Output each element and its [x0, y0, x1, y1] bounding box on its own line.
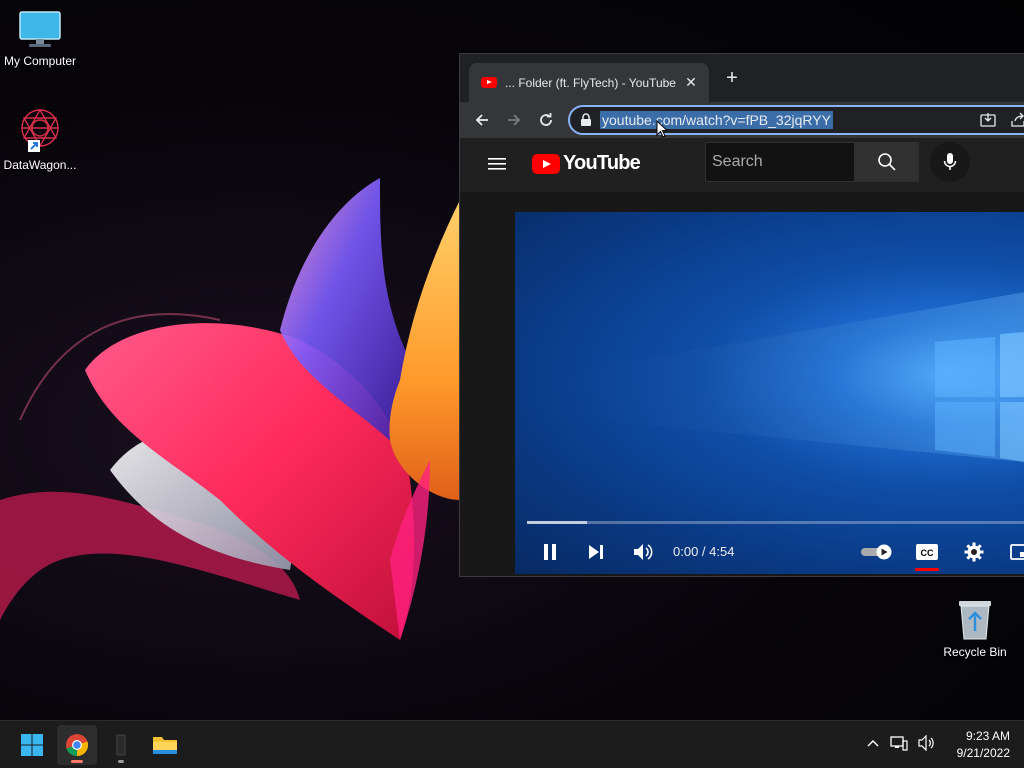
arrow-left-icon [475, 114, 488, 126]
taskbar-file-explorer[interactable] [145, 725, 185, 765]
subtitles-active-indicator [915, 568, 939, 571]
monitor-icon [19, 11, 61, 47]
autoplay-toggle-icon [861, 544, 892, 560]
youtube-page: YouTube Search 0:00 / 4:54 CC [460, 138, 1024, 576]
pause-icon [544, 544, 556, 560]
reload-button[interactable] [530, 104, 562, 136]
svg-text:CC: CC [921, 548, 934, 558]
new-tab-button[interactable]: + [722, 68, 742, 88]
youtube-play-logo-icon [532, 153, 560, 174]
taskbar: 9:23 AM 9/21/2022 [0, 720, 1024, 768]
youtube-search-input[interactable]: Search [705, 142, 855, 182]
browser-toolbar: youtube.com/watch?v=fPB_32jqRYY [460, 102, 1024, 138]
network-icon[interactable] [890, 735, 908, 751]
running-indicator [118, 760, 124, 763]
start-button[interactable] [12, 725, 52, 765]
taskbar-chrome[interactable] [57, 725, 97, 765]
mouse-cursor-icon [656, 120, 668, 138]
file-explorer-icon [153, 737, 177, 754]
microphone-icon [943, 153, 957, 170]
subtitles-button[interactable]: CC [912, 537, 942, 567]
video-player[interactable]: 0:00 / 4:54 CC [515, 212, 1024, 574]
desktop-icon-label: DataWagon... [3, 158, 77, 172]
clock-date: 9/21/2022 [956, 746, 1010, 760]
voice-search-button[interactable] [930, 142, 970, 182]
mute-button[interactable] [628, 537, 658, 567]
video-progress-bar[interactable] [527, 521, 1024, 524]
address-bar[interactable]: youtube.com/watch?v=fPB_32jqRYY [568, 105, 1024, 135]
desktop-icon-label: Recycle Bin [943, 645, 1007, 659]
arrow-right-icon [508, 114, 521, 126]
omnibox-actions [980, 112, 1024, 128]
video-progress-fill [527, 521, 587, 524]
youtube-favicon-icon [481, 77, 497, 88]
autoplay-toggle[interactable] [859, 537, 895, 567]
youtube-wordmark: YouTube [563, 152, 641, 174]
forward-button[interactable] [498, 104, 530, 136]
volume-icon [634, 544, 653, 560]
desktop-icon-datawagon[interactable]: DataWagon... [0, 106, 80, 172]
share-icon[interactable] [1010, 112, 1024, 128]
back-button[interactable] [466, 104, 498, 136]
desktop-icon-recycle-bin[interactable]: Recycle Bin [935, 597, 1015, 659]
next-video-button[interactable] [581, 537, 611, 567]
chevron-up-icon[interactable] [866, 736, 880, 750]
taskbar-clock[interactable]: 9:23 AM 9/21/2022 [957, 728, 1010, 762]
miniplayer-icon [1010, 544, 1024, 560]
speaker-icon[interactable] [918, 735, 936, 751]
system-tray [866, 735, 936, 751]
miniplayer-button[interactable] [1005, 537, 1024, 567]
youtube-logo[interactable]: YouTube [532, 152, 641, 175]
desktop-icon-my-computer[interactable]: My Computer [0, 10, 80, 68]
datawagon-logo-icon [21, 108, 59, 152]
reload-icon [540, 113, 552, 126]
search-icon [878, 153, 896, 171]
clock-time: 9:23 AM [965, 729, 1010, 743]
tab-title: ... Folder (ft. FlyTech) - YouTube [505, 75, 676, 90]
closed-captions-icon: CC [916, 544, 938, 560]
skip-next-icon [589, 545, 603, 559]
gear-icon [964, 542, 984, 562]
chrome-window: ... Folder (ft. FlyTech) - YouTube ✕ + y… [459, 53, 1024, 577]
time-display: 0:00 / 4:54 [673, 544, 735, 559]
tab-youtube[interactable]: ... Folder (ft. FlyTech) - YouTube ✕ [469, 63, 709, 102]
youtube-header: YouTube Search [460, 138, 1024, 192]
pause-button[interactable] [535, 537, 565, 567]
chrome-icon [66, 734, 89, 757]
install-app-icon[interactable] [980, 112, 996, 128]
tab-close-button[interactable]: ✕ [683, 74, 699, 91]
running-indicator [71, 760, 83, 763]
taskbar-usb-app[interactable] [101, 725, 141, 765]
video-frame[interactable] [515, 212, 1024, 574]
recycle-bin-icon [959, 601, 991, 640]
settings-button[interactable] [959, 537, 989, 567]
windows-start-icon [21, 734, 43, 756]
windows-wallpaper-video-art [515, 292, 1024, 462]
tab-strip: ... Folder (ft. FlyTech) - YouTube ✕ + [460, 54, 1024, 102]
player-controls: 0:00 / 4:54 CC [515, 534, 1024, 571]
youtube-search-button[interactable] [855, 142, 919, 182]
desktop-icon-label: My Computer [3, 54, 77, 68]
lock-icon [581, 113, 591, 126]
address-url-text[interactable]: youtube.com/watch?v=fPB_32jqRYY [600, 111, 833, 129]
usb-app-icon [116, 734, 126, 756]
hamburger-menu-icon[interactable] [487, 156, 507, 172]
search-placeholder: Search [712, 153, 763, 170]
